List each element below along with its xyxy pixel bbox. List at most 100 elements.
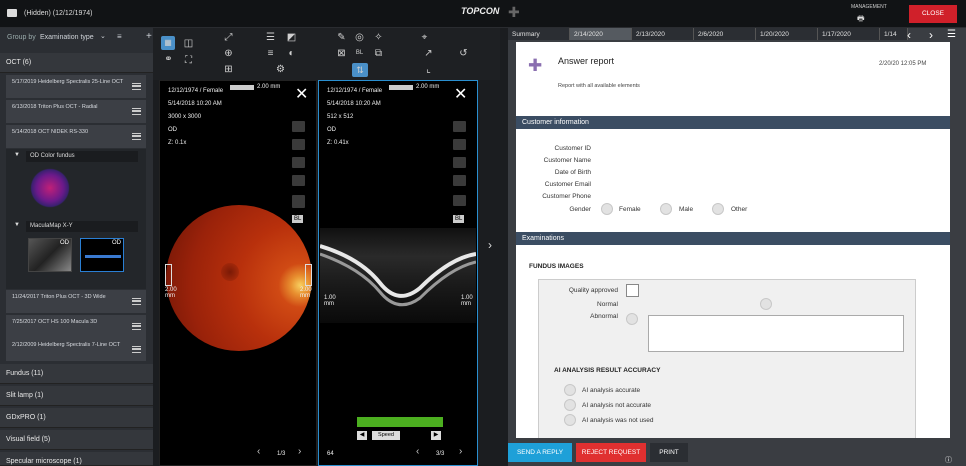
expand-icon[interactable]: ⤢ bbox=[223, 32, 234, 43]
add-icon[interactable]: + bbox=[146, 31, 152, 42]
link-icon[interactable]: ⚭ bbox=[163, 54, 174, 65]
export-icon[interactable] bbox=[292, 121, 305, 132]
tab-date[interactable]: 1/20/2020 bbox=[756, 28, 818, 40]
menu-icon[interactable] bbox=[132, 133, 141, 140]
grid-layout-icon[interactable]: ▦ bbox=[161, 36, 175, 50]
bl-badge[interactable]: BL bbox=[453, 215, 465, 223]
caret-down-icon[interactable]: ▼ bbox=[14, 222, 20, 228]
hide-icon[interactable] bbox=[292, 195, 305, 206]
filter-icon[interactable]: ≡ bbox=[117, 32, 122, 41]
send-reply-button[interactable]: SEND A REPLY bbox=[508, 443, 572, 462]
speed-down-icon[interactable]: ◀ bbox=[357, 431, 367, 440]
chevron-left-icon[interactable]: ‹ bbox=[257, 446, 260, 457]
tab-prev-icon[interactable]: ‹ bbox=[907, 28, 911, 42]
fundus-thumbnail[interactable] bbox=[28, 168, 72, 208]
annotation-icon[interactable]: ↗ bbox=[423, 48, 434, 59]
gender-radio[interactable] bbox=[660, 203, 672, 215]
list-item[interactable]: 2/12/2009 Heidelberg Spectralis 7-Line O… bbox=[6, 338, 146, 362]
close-button[interactable]: CLOSE bbox=[909, 5, 957, 23]
close-icon[interactable]: ✕ bbox=[454, 84, 467, 104]
section-specular[interactable]: Specular microscope (1) bbox=[0, 452, 153, 466]
chart-icon[interactable]: ⌞ bbox=[423, 64, 434, 75]
bl-badge[interactable]: BL bbox=[292, 215, 304, 223]
gender-radio[interactable] bbox=[601, 203, 613, 215]
ai-radio[interactable] bbox=[564, 399, 576, 411]
ai-radio[interactable] bbox=[564, 384, 576, 396]
normal-radio[interactable] bbox=[760, 298, 772, 310]
quality-checkbox[interactable] bbox=[626, 284, 639, 297]
oct-viewer[interactable]: 12/12/1974 / Female 5/14/2018 10:20 AM 5… bbox=[318, 80, 478, 466]
crop-tool-icon[interactable] bbox=[292, 157, 305, 168]
section-fundus[interactable]: Fundus (11) bbox=[0, 364, 153, 384]
brightness-icon[interactable]: ◐ bbox=[286, 48, 297, 59]
printer-icon[interactable]: 🖶 bbox=[857, 13, 865, 27]
group-by-select[interactable]: Examination type bbox=[40, 34, 94, 41]
reset-icon[interactable]: ↺ bbox=[458, 48, 469, 59]
list-item[interactable]: 6/13/2018 Triton Plus OCT - Radial bbox=[6, 100, 146, 124]
chevron-right-icon[interactable]: › bbox=[459, 446, 462, 457]
list-item[interactable]: 5/14/2018 OCT NIDEK RS-330 bbox=[6, 125, 146, 149]
export-icon[interactable] bbox=[453, 121, 466, 132]
crop-tool-icon[interactable] bbox=[453, 157, 466, 168]
settings-icon[interactable]: ⚙ bbox=[275, 64, 286, 75]
folder-icon[interactable] bbox=[7, 9, 17, 17]
menu-icon[interactable] bbox=[132, 346, 141, 353]
collapse-panel-icon[interactable]: › bbox=[488, 238, 492, 252]
ai-radio[interactable] bbox=[564, 414, 576, 426]
tab-date[interactable]: 2/14/2020 bbox=[570, 28, 632, 40]
tab-date[interactable]: 1/14 bbox=[880, 28, 908, 40]
sync-icon[interactable]: ⇅ bbox=[352, 63, 368, 77]
fullscreen-icon[interactable]: ⛶ bbox=[183, 55, 194, 66]
copy-icon[interactable] bbox=[292, 139, 305, 150]
gender-radio[interactable] bbox=[712, 203, 724, 215]
section-slit-lamp[interactable]: Slit lamp (1) bbox=[0, 386, 153, 406]
tab-summary[interactable]: Summary bbox=[508, 28, 570, 40]
list-item[interactable]: 7/25/2017 OCT HS 100 Macula 3D bbox=[6, 315, 146, 339]
copy-icon[interactable] bbox=[453, 139, 466, 150]
fundus-viewer[interactable]: 12/12/1974 / Female 5/14/2018 10:20 AM 3… bbox=[159, 80, 317, 466]
section-gdxpro[interactable]: GDxPRO (1) bbox=[0, 408, 153, 428]
menu-icon[interactable] bbox=[132, 298, 141, 305]
abnormal-notes-textarea[interactable] bbox=[648, 315, 904, 352]
crop-icon[interactable]: ⊞ bbox=[223, 64, 234, 75]
fundus-image[interactable] bbox=[166, 205, 312, 351]
pen-icon[interactable]: ✎ bbox=[336, 32, 347, 43]
target-icon[interactable]: ◎ bbox=[354, 32, 365, 43]
speed-up-icon[interactable]: ▶ bbox=[431, 431, 441, 440]
zoom-icon[interactable]: ⊕ bbox=[223, 48, 234, 59]
compare-icon[interactable]: ⧉ bbox=[373, 48, 384, 59]
contrast-icon[interactable]: ◩ bbox=[286, 32, 297, 43]
caret-down-icon[interactable]: ▼ bbox=[14, 152, 20, 158]
hide-icon[interactable] bbox=[453, 195, 466, 206]
tab-date[interactable]: 2/13/2020 bbox=[632, 28, 694, 40]
tab-date[interactable]: 1/17/2020 bbox=[818, 28, 880, 40]
ratio-icon[interactable] bbox=[453, 175, 466, 186]
overlay-icon[interactable]: ✧ bbox=[373, 32, 384, 43]
tab-date[interactable]: 2/6/2020 bbox=[694, 28, 756, 40]
section-oct[interactable]: OCT (6) bbox=[0, 53, 153, 73]
bl-icon[interactable]: BL bbox=[354, 48, 365, 59]
tab-next-icon[interactable]: › bbox=[929, 28, 933, 42]
speed-bar[interactable] bbox=[357, 417, 443, 427]
info-icon[interactable]: ⓘ bbox=[945, 455, 952, 465]
location-icon[interactable]: ⌖ bbox=[419, 32, 430, 43]
menu-icon[interactable] bbox=[132, 108, 141, 115]
chevron-right-icon[interactable]: › bbox=[298, 446, 301, 457]
measure-icon[interactable]: ⊠ bbox=[336, 48, 347, 59]
list-item[interactable]: 11/24/2017 Triton Plus OCT - 3D Wide bbox=[6, 290, 146, 314]
list-item[interactable]: 5/17/2019 Heidelberg Spectralis 25-Line … bbox=[6, 75, 146, 99]
color-channels-icon[interactable]: ☰ bbox=[265, 32, 276, 43]
close-icon[interactable]: ✕ bbox=[295, 84, 308, 104]
sub-exam-maculamap[interactable]: MaculaMap X-Y bbox=[26, 221, 138, 232]
sub-exam-color-fundus[interactable]: OD Color fundus bbox=[26, 151, 138, 162]
chevron-left-icon[interactable]: ‹ bbox=[416, 446, 419, 457]
chevron-down-icon[interactable]: ⌄ bbox=[100, 32, 106, 40]
ratio-icon[interactable] bbox=[292, 175, 305, 186]
reject-request-button[interactable]: REJECT REQUEST bbox=[576, 443, 646, 462]
menu-icon[interactable] bbox=[132, 323, 141, 330]
layers-icon[interactable]: ≡ bbox=[265, 48, 276, 59]
print-button[interactable]: PRINT bbox=[650, 443, 688, 462]
oct-bscan-thumbnail[interactable]: OD bbox=[80, 238, 124, 272]
maculamap-thumbnail[interactable]: OD bbox=[28, 238, 72, 272]
menu-icon[interactable]: ☰ bbox=[947, 29, 956, 40]
